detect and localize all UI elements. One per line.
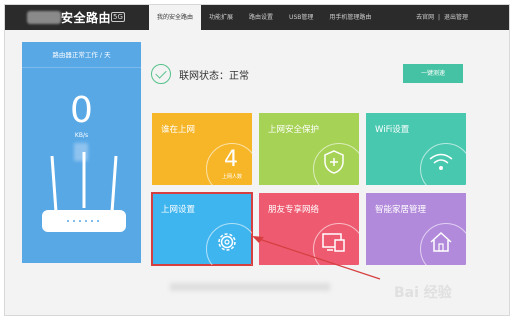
- tab-my-router[interactable]: 我的安全路由: [149, 5, 202, 30]
- tile-wifi-settings[interactable]: WiFi设置: [366, 113, 466, 185]
- top-bar: 安全路由 5G 我的安全路由 功能扩展 路由设置 USB管理 用手机管理路由 去…: [5, 5, 509, 30]
- tile-label: 朋友专享网络: [268, 205, 320, 215]
- tile-label: 上网设置: [161, 205, 196, 215]
- blurred-footer: [170, 283, 330, 291]
- official-site-link[interactable]: 去官网: [416, 14, 434, 21]
- tile-label: WiFi设置: [375, 125, 410, 135]
- tab-extensions[interactable]: 功能扩展: [201, 5, 241, 30]
- router-uptime: 路由器正常工作 / 天: [22, 42, 141, 68]
- tile-security-protection[interactable]: 上网安全保护: [259, 113, 359, 185]
- tile-label: 谁在上网: [161, 125, 196, 135]
- tab-mobile[interactable]: 用手机管理路由: [321, 5, 379, 30]
- network-status: 联网状态：正常: [151, 64, 249, 84]
- speed-test-button[interactable]: 一键测速: [403, 64, 463, 83]
- speed-unit: KB/s: [74, 132, 89, 139]
- tile-who-online[interactable]: 谁在上网 4 上网人数: [152, 113, 252, 185]
- network-status-label: 联网状态：正常: [179, 70, 249, 82]
- logo: [27, 11, 61, 24]
- router-status-panel: 路由器正常工作 / 天 0 KB/s: [22, 42, 141, 263]
- tab-usb[interactable]: USB管理: [281, 5, 321, 30]
- annotation-arrow: [252, 236, 381, 280]
- shield-icon: [324, 150, 344, 174]
- watermark: Bai 经验: [394, 285, 452, 301]
- tile-label: 智能家居管理: [375, 205, 427, 215]
- online-count-label: 上网人数: [221, 174, 242, 180]
- logout-link[interactable]: 退出管理: [444, 14, 468, 21]
- check-icon: [151, 64, 171, 84]
- speed-value: 0: [70, 90, 93, 131]
- wifi-icon: [429, 153, 453, 170]
- brand-title: 安全路由: [61, 11, 112, 25]
- gear-icon: [218, 233, 236, 251]
- online-count: 4: [224, 147, 238, 172]
- router-icon: [42, 152, 126, 232]
- tile-internet-settings[interactable]: 上网设置: [151, 192, 253, 266]
- divider: |: [438, 14, 441, 21]
- brand-badge: 5G: [111, 12, 125, 22]
- tile-label: 上网安全保护: [268, 125, 320, 135]
- tab-router-settings[interactable]: 路由设置: [241, 5, 281, 30]
- main-nav: 我的安全路由 功能扩展 路由设置 USB管理 用手机管理路由: [149, 5, 379, 30]
- top-links: 去官网 | 退出管理: [415, 5, 469, 30]
- home-icon: [430, 231, 452, 252]
